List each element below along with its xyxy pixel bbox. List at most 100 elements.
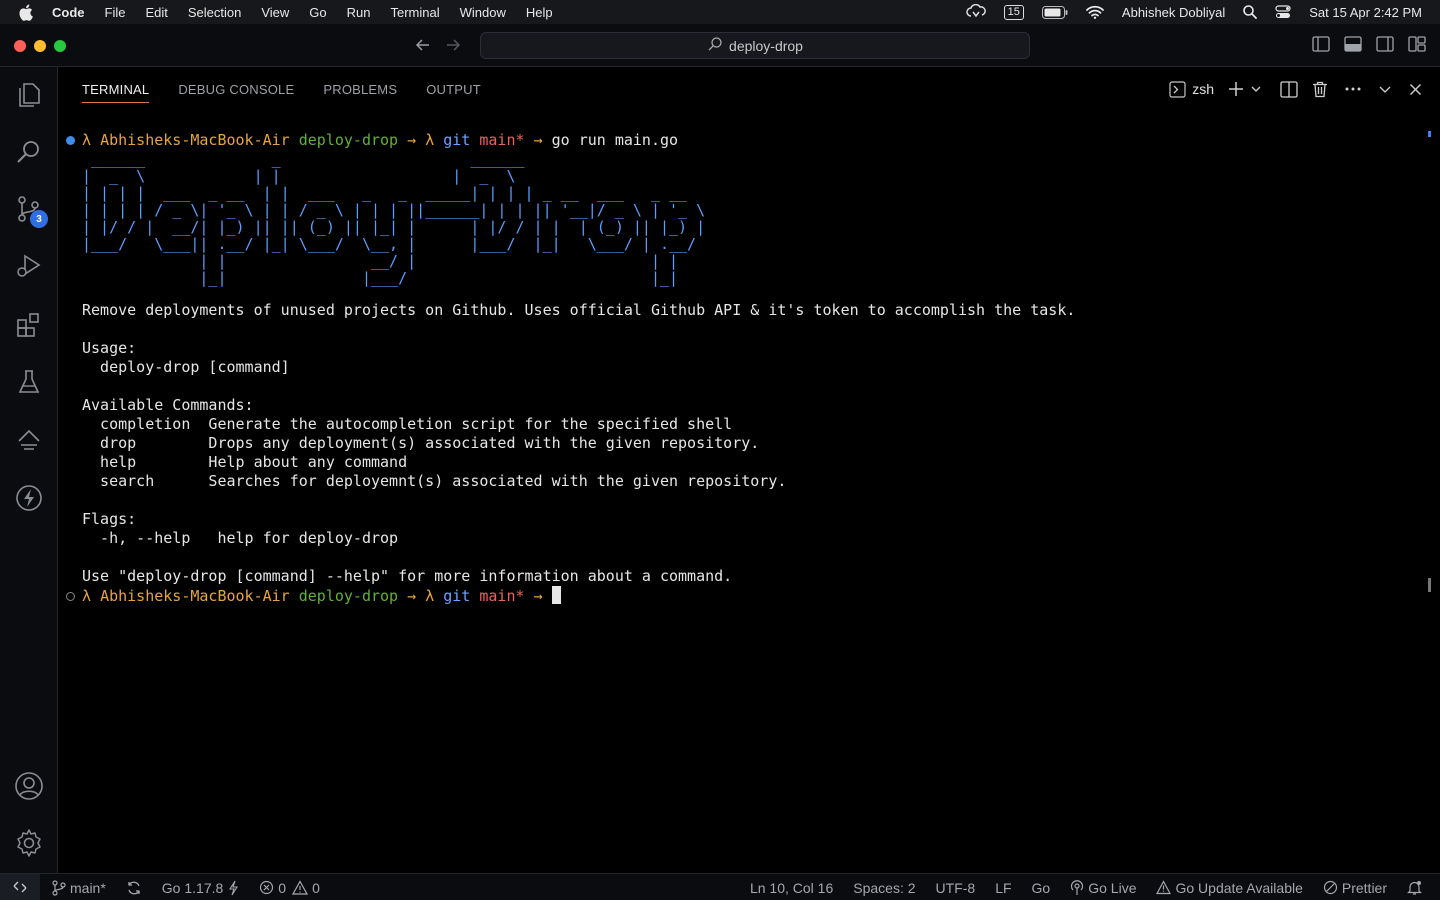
kill-terminal-trash-icon[interactable] (1312, 81, 1328, 98)
prompt-arrow-4: → (533, 587, 543, 605)
menu-edit[interactable]: Edit (145, 5, 167, 20)
menu-view[interactable]: View (261, 5, 289, 20)
menu-run[interactable]: Run (347, 5, 371, 20)
command-center-search[interactable]: deploy-drop (480, 32, 1030, 59)
cursor-position[interactable]: Ln 10, Col 16 (750, 880, 833, 896)
apple-icon[interactable] (18, 4, 36, 21)
remote-indicator[interactable] (0, 873, 40, 900)
language-mode[interactable]: Go (1032, 880, 1051, 896)
extensions-icon[interactable] (13, 309, 45, 341)
menu-file[interactable]: File (105, 5, 126, 20)
command-center-label: deploy-drop (729, 37, 803, 54)
toggle-secondary-sidebar-icon[interactable] (1376, 36, 1394, 57)
close-window-button[interactable] (14, 40, 26, 52)
output-line-available: Available Commands: (82, 396, 254, 414)
testing-flask-icon[interactable] (13, 366, 45, 398)
menu-user-name[interactable]: Abhishek Dobliyal (1122, 5, 1225, 20)
explorer-icon[interactable] (13, 79, 45, 111)
prompt-host-2: Abhisheks-MacBook-Air (100, 587, 290, 605)
menu-window[interactable]: Window (460, 5, 506, 20)
panel-header: TERMINAL DEBUG CONSOLE PROBLEMS OUTPUT z… (58, 67, 1440, 111)
search-view-icon[interactable] (13, 136, 45, 168)
encoding[interactable]: UTF-8 (936, 880, 976, 896)
output-line-use: Use "deploy-drop [command] --help" for m… (82, 567, 733, 585)
prompt-branch: main* (479, 131, 525, 149)
prompt-arrow-2: → (533, 131, 543, 149)
prettier-disabled-icon (1323, 880, 1337, 895)
go-version-indicator[interactable]: Go 1.17.8 (162, 880, 240, 896)
output-line-help: help Help about any command (82, 453, 408, 471)
command-success-decoration[interactable] (66, 136, 75, 145)
scrollbar-marker-top[interactable] (1428, 131, 1431, 137)
source-control-icon[interactable]: 3 (13, 193, 48, 228)
go-version: Go 1.17.8 (161, 879, 224, 896)
prompt-dir-2: deploy-drop (298, 587, 399, 605)
prettier-button[interactable]: Prettier (1323, 880, 1387, 896)
maximize-panel-chevron-icon[interactable] (1378, 82, 1392, 96)
split-terminal-icon[interactable] (1280, 80, 1298, 98)
forward-arrow-icon[interactable] (444, 36, 462, 59)
tab-problems[interactable]: PROBLEMS (323, 67, 397, 111)
shell-name: zsh (1192, 81, 1214, 97)
calendar-badge[interactable]: 15 (1003, 4, 1024, 20)
menu-selection[interactable]: Selection (188, 5, 241, 20)
settings-gear-icon[interactable] (13, 827, 45, 859)
tab-output[interactable]: OUTPUT (426, 67, 481, 111)
activity-bar: 3 (0, 67, 58, 873)
window-title-bar: deploy-drop (0, 24, 1440, 67)
scrollbar-marker-current[interactable] (1428, 578, 1431, 592)
terminal-shell-selector[interactable]: zsh (1169, 80, 1214, 98)
new-terminal-plus-icon[interactable] (1228, 81, 1244, 97)
prompt-lambda-2: λ (425, 131, 435, 149)
remote-explorer-icon[interactable] (13, 425, 45, 457)
minimize-window-button[interactable] (34, 40, 46, 52)
toggle-primary-sidebar-icon[interactable] (1312, 36, 1330, 57)
output-line-search: search Searches for deployemnt(s) associ… (82, 472, 787, 490)
notifications-bell-icon[interactable] (1407, 880, 1422, 896)
prompt-host: Abhisheks-MacBook-Air (100, 131, 290, 149)
spotlight-search-icon[interactable] (1243, 5, 1258, 19)
deploy-drop-ascii-banner: ______ _ ______ | _ \ | | | _ \ | | | | … (82, 150, 706, 287)
end-of-line[interactable]: LF (995, 880, 1011, 896)
prompt-branch-2: main* (479, 587, 525, 605)
menu-app-name[interactable]: Code (52, 5, 85, 20)
toggle-panel-icon[interactable] (1344, 36, 1362, 57)
more-actions-ellipsis-icon[interactable] (1344, 86, 1362, 92)
command-pending-decoration[interactable] (66, 592, 75, 601)
accounts-icon[interactable] (13, 770, 45, 802)
terminal-cursor (551, 586, 561, 604)
customize-layout-icon[interactable] (1408, 36, 1426, 57)
tab-terminal[interactable]: TERMINAL (82, 67, 150, 111)
go-live-button[interactable]: Go Live (1070, 880, 1136, 896)
thunder-client-icon[interactable] (13, 482, 45, 514)
control-center-icon[interactable] (1275, 5, 1291, 19)
prettier-label: Prettier (1341, 879, 1387, 896)
zoom-window-button[interactable] (54, 40, 66, 52)
executed-command: go run main.go (551, 131, 679, 149)
launch-profile-chevron-down-icon[interactable] (1250, 83, 1262, 95)
run-debug-icon[interactable] (13, 250, 45, 282)
warning-count: 0 (312, 879, 320, 896)
tab-debug-console[interactable]: DEBUG CONSOLE (178, 67, 294, 111)
sync-changes-icon[interactable] (126, 880, 142, 896)
close-panel-icon[interactable] (1409, 83, 1422, 96)
output-line-help-flag: -h, --help help for deploy-drop (82, 529, 399, 547)
creative-cloud-icon[interactable] (965, 4, 986, 20)
battery-icon[interactable] (1041, 5, 1068, 19)
branch-indicator[interactable]: main* (52, 880, 106, 896)
broadcast-icon (1071, 879, 1084, 895)
status-bar: main* Go 1.17.8 0 0 Ln 10, Col 16 Spaces… (0, 873, 1440, 900)
menu-datetime[interactable]: Sat 15 Apr 2:42 PM (1309, 5, 1422, 20)
menu-go[interactable]: Go (309, 5, 326, 20)
menu-terminal[interactable]: Terminal (391, 5, 440, 20)
go-update-button[interactable]: Go Update Available (1156, 879, 1303, 896)
prompt-arrow-3: → (407, 587, 417, 605)
prompt-lambda-3: λ (82, 587, 92, 605)
wifi-icon[interactable] (1086, 5, 1104, 19)
menu-help[interactable]: Help (526, 5, 553, 20)
back-arrow-icon[interactable] (414, 36, 432, 59)
problems-indicator[interactable]: 0 0 (259, 880, 320, 896)
go-update-label: Go Update Available (1175, 879, 1303, 896)
terminal-view[interactable]: λ Abhisheks-MacBook-Air deploy-drop → λ … (58, 111, 1440, 873)
indentation[interactable]: Spaces: 2 (853, 880, 915, 896)
